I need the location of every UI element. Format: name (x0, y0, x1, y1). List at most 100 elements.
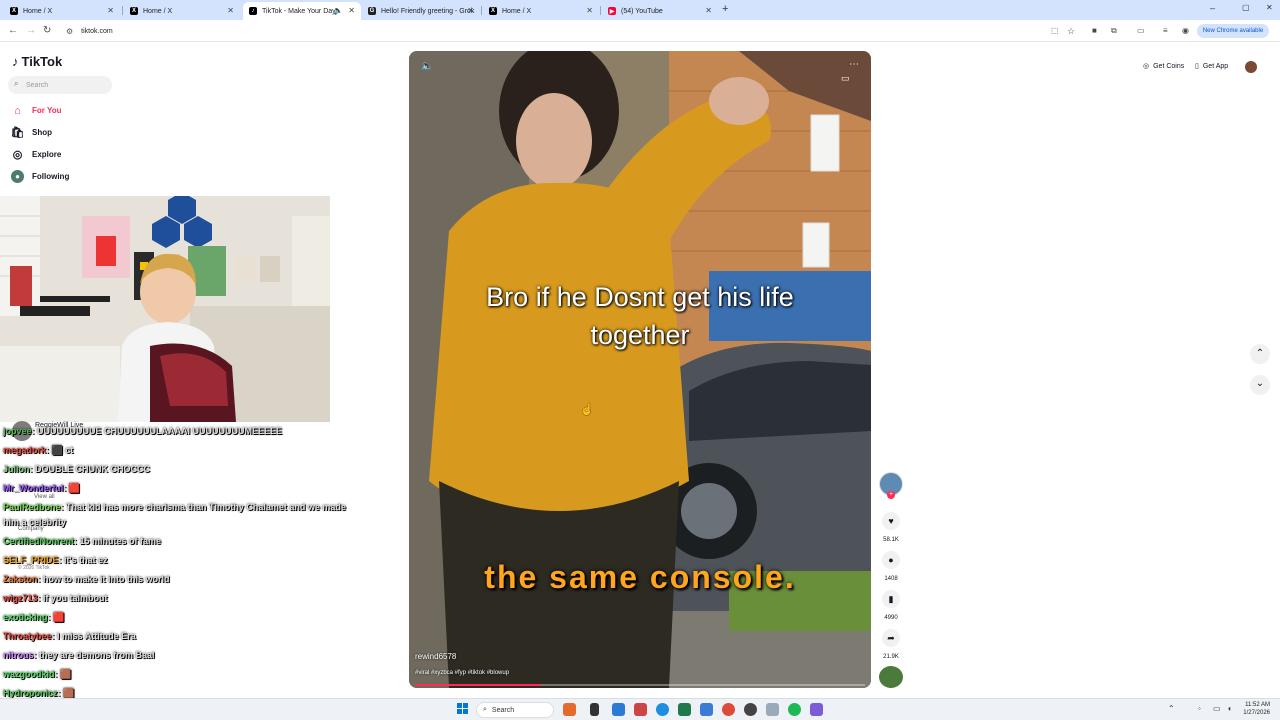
chat-text: : That kid has more charisma than Timoth… (60, 502, 346, 512)
address-bar[interactable]: ⚙ tiktok.com (58, 23, 1048, 39)
get-coins-button[interactable]: ◎ Get Coins (1143, 62, 1184, 71)
minimize-icon[interactable]: – (1210, 3, 1215, 13)
follow-plus-icon[interactable]: + (887, 491, 895, 499)
hand-cursor-icon: ☝ (580, 404, 594, 416)
profile-icon[interactable]: ◉ (1182, 25, 1189, 37)
user-avatar[interactable] (1245, 61, 1257, 73)
browser-tab-active[interactable]: ♪ TikTok - Make Your Day 🔈 ✕ (243, 2, 361, 20)
comment-button[interactable]: ● (882, 551, 900, 569)
edge-browser-icon[interactable] (656, 703, 669, 716)
like-count: 58.1K (883, 537, 899, 543)
spotify-icon[interactable] (788, 703, 801, 716)
youtube-logo-icon: ▶ (608, 7, 616, 15)
video-author[interactable]: rewind6578 (415, 652, 456, 661)
media-control-icon[interactable]: ≡ (1163, 25, 1168, 37)
browser-tab[interactable]: X Home / X ✕ (124, 2, 240, 20)
taskbar-app-icon[interactable] (563, 703, 576, 716)
nav-shop[interactable]: 🛍 Shop (11, 126, 52, 139)
nav-following[interactable]: ● Following (11, 170, 69, 183)
chat-text: : UUUUUUUUUE CHUUUUUULAAAAI UUUUUUUUMEEE… (31, 426, 283, 436)
taskbar-app-icon[interactable] (744, 703, 757, 716)
chat-username: nitrous (3, 650, 34, 660)
browser-toolbar: ← → ↻ ⚙ tiktok.com ⬚ ☆ ■ ⧉ ▭ ≡ ◉ New Chr… (0, 20, 1280, 42)
browser-tab[interactable]: ▶ (54) YouTube ✕ (602, 2, 718, 20)
next-video-button[interactable]: ⌄ (1250, 375, 1270, 395)
tab-divider (122, 6, 123, 15)
extensions-puzzle-icon[interactable]: ⧉ (1111, 25, 1117, 37)
back-icon[interactable]: ← (8, 25, 18, 37)
video-hashtags[interactable]: #viral #xyzbca #fyp #tiktok #blowup (415, 670, 509, 676)
browser-tab[interactable]: X Home / X ✕ (483, 2, 599, 20)
previous-video-button[interactable]: ⌃ (1250, 344, 1270, 364)
volume-icon[interactable]: 🔈 (421, 61, 433, 72)
chevron-up-icon: ⌃ (1255, 348, 1265, 359)
site-info-icon[interactable]: ⚙ (66, 27, 73, 36)
bookmark-icon: ▮ (888, 593, 894, 604)
chat-username: Throatybee (3, 631, 52, 641)
network-icon[interactable]: ▭ (1213, 704, 1221, 713)
tray-chevron-icon[interactable]: ⌃ (1168, 704, 1175, 713)
chat-message: Zakston: how to make it into this world (3, 574, 170, 584)
new-chrome-available-button[interactable]: New Chrome available (1197, 24, 1269, 38)
close-icon[interactable]: ✕ (586, 6, 593, 15)
nav-for-you[interactable]: ⌂ For You (11, 104, 61, 117)
windows-start-icon[interactable] (457, 703, 469, 715)
reload-icon[interactable]: ↻ (43, 25, 51, 37)
close-icon[interactable]: ✕ (467, 6, 474, 15)
chat-message: exoticking: 🟥 (3, 612, 64, 623)
progress-bar[interactable] (415, 684, 865, 686)
chat-message: Throatybee: I miss Attitude Era (3, 631, 136, 641)
chat-username: CertifiedNonrent (3, 536, 75, 546)
install-app-icon[interactable]: ⬚ (1051, 25, 1059, 37)
chat-message: Julion: DOUBLE CHUNK CHOCCC (3, 464, 150, 474)
tiktok-logo[interactable]: ♪ TikTok (12, 54, 62, 69)
chat-text: : DOUBLE CHUNK CHOCCC (29, 464, 151, 474)
split-view-icon[interactable]: ▭ (1137, 25, 1145, 37)
chat-message: megadork: ⬛ ct (3, 445, 73, 456)
share-button[interactable]: ➦ (882, 629, 900, 647)
volume-icon[interactable]: ◖ (1227, 704, 1232, 713)
clock[interactable]: 11:52 AM 1/27/2026 (1240, 701, 1270, 717)
get-app-button[interactable]: ▯ Get App (1195, 62, 1228, 71)
taskbar-app-icon[interactable] (678, 703, 691, 716)
taskbar-app-icon[interactable] (700, 703, 713, 716)
browser-tab[interactable]: G Hello! Friendly greeting - Grok ✕ (362, 2, 480, 20)
cast-icon[interactable]: ▭ (841, 73, 850, 84)
restore-icon[interactable]: ▢ (1242, 3, 1250, 12)
webcam-overlay (0, 196, 330, 422)
taskbar-app-icon[interactable] (612, 703, 625, 716)
file-explorer-icon[interactable] (590, 703, 599, 716)
taskbar-search-label: Search (491, 706, 515, 714)
compass-icon: ◎ (12, 149, 23, 161)
new-tab-icon[interactable]: + (722, 3, 728, 15)
taskbar-app-icon[interactable] (634, 703, 647, 716)
close-icon[interactable]: ✕ (348, 6, 355, 15)
speaker-icon[interactable]: 🔈 (333, 6, 343, 15)
chrome-browser-icon[interactable] (722, 703, 735, 716)
search-icon: ⌕ (14, 79, 19, 88)
sound-disc[interactable] (879, 666, 903, 688)
tray-app-icon[interactable]: ◦ (1198, 704, 1201, 713)
video-player[interactable]: Bro if he Dosnt get his life together th… (409, 51, 871, 688)
browser-tab[interactable]: X Home / X ✕ (4, 2, 120, 20)
chat-message: wigz713: if you talmbout (3, 593, 108, 603)
save-button[interactable]: ▮ (882, 590, 900, 608)
close-icon[interactable]: ✕ (705, 6, 712, 15)
bookmark-star-icon[interactable]: ☆ (1067, 25, 1075, 37)
taskbar-app-icon[interactable] (766, 703, 779, 716)
close-icon[interactable]: ✕ (227, 6, 234, 15)
extension-icon[interactable]: ■ (1092, 25, 1097, 37)
view-all-link[interactable]: View all (34, 494, 55, 500)
close-icon[interactable]: ✕ (107, 6, 114, 15)
chat-text: : 🟫 (57, 688, 75, 698)
forward-icon[interactable]: → (26, 25, 36, 37)
search-input[interactable]: ⌕ Search (8, 76, 112, 94)
like-button[interactable]: ♥ (882, 512, 900, 530)
nav-explore[interactable]: ◎ Explore (11, 148, 62, 161)
progress-fill (415, 684, 541, 686)
close-window-icon[interactable]: ✕ (1266, 3, 1273, 12)
taskbar-search-box[interactable]: ⌕ Search (476, 702, 554, 718)
more-options-icon[interactable]: ⋯ (849, 59, 859, 70)
taskbar-app-icon[interactable] (810, 703, 823, 716)
chat-username: Mr_Wonderful (3, 483, 64, 493)
